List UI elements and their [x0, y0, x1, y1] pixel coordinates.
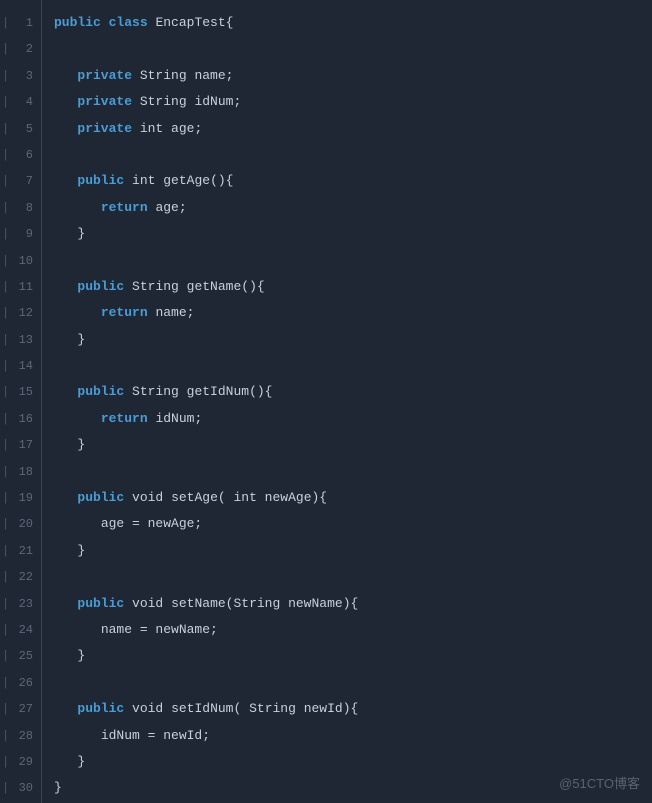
- line-number: 29: [0, 749, 41, 775]
- code-line: public String getName(){: [54, 274, 652, 300]
- code-line: [54, 248, 652, 274]
- line-number: 21: [0, 538, 41, 564]
- code-line: [54, 459, 652, 485]
- code-line: }: [54, 221, 652, 247]
- line-number: 24: [0, 617, 41, 643]
- code-line: [54, 670, 652, 696]
- code-line: return name;: [54, 300, 652, 326]
- line-number: 5: [0, 116, 41, 142]
- watermark: @51CTO博客: [559, 775, 640, 793]
- code-line: public int getAge(){: [54, 168, 652, 194]
- code-line: public class EncapTest{: [54, 10, 652, 36]
- code-line: return idNum;: [54, 406, 652, 432]
- line-number: 17: [0, 432, 41, 458]
- code-line: private String idNum;: [54, 89, 652, 115]
- line-number: 14: [0, 353, 41, 379]
- line-number: 15: [0, 379, 41, 405]
- code-line: public void setIdNum( String newId){: [54, 696, 652, 722]
- line-number: 20: [0, 511, 41, 537]
- line-number: 23: [0, 591, 41, 617]
- line-number: 18: [0, 459, 41, 485]
- code-content[interactable]: public class EncapTest{ private String n…: [42, 0, 652, 803]
- code-line: idNum = newId;: [54, 723, 652, 749]
- line-number: 13: [0, 327, 41, 353]
- code-line: return age;: [54, 195, 652, 221]
- code-line: [54, 353, 652, 379]
- code-line: [54, 142, 652, 168]
- line-number: 30: [0, 775, 41, 801]
- code-line: }: [54, 327, 652, 353]
- code-line: private int age;: [54, 116, 652, 142]
- line-number: 16: [0, 406, 41, 432]
- code-line: public void setAge( int newAge){: [54, 485, 652, 511]
- line-number: 9: [0, 221, 41, 247]
- code-line: name = newName;: [54, 617, 652, 643]
- code-line: public void setName(String newName){: [54, 591, 652, 617]
- code-line: private String name;: [54, 63, 652, 89]
- line-number: 27: [0, 696, 41, 722]
- line-number: 10: [0, 248, 41, 274]
- code-line: [54, 564, 652, 590]
- line-number: 28: [0, 723, 41, 749]
- code-line: public String getIdNum(){: [54, 379, 652, 405]
- line-number: 12: [0, 300, 41, 326]
- code-line: [54, 36, 652, 62]
- line-number: 7: [0, 168, 41, 194]
- line-number: 22: [0, 564, 41, 590]
- code-line: }: [54, 749, 652, 775]
- line-gutter: 1 2 3 4 5 6 7 8 9 10 11 12 13 14 15 16 1…: [0, 0, 42, 803]
- line-number: 6: [0, 142, 41, 168]
- line-number: 8: [0, 195, 41, 221]
- code-line: }: [54, 643, 652, 669]
- line-number: 11: [0, 274, 41, 300]
- code-line: }: [54, 432, 652, 458]
- line-number: 25: [0, 643, 41, 669]
- code-editor: 1 2 3 4 5 6 7 8 9 10 11 12 13 14 15 16 1…: [0, 0, 652, 803]
- line-number: 4: [0, 89, 41, 115]
- line-number: 26: [0, 670, 41, 696]
- code-line: }: [54, 538, 652, 564]
- line-number: 2: [0, 36, 41, 62]
- line-number: 19: [0, 485, 41, 511]
- line-number: 1: [0, 10, 41, 36]
- code-line: age = newAge;: [54, 511, 652, 537]
- line-number: 3: [0, 63, 41, 89]
